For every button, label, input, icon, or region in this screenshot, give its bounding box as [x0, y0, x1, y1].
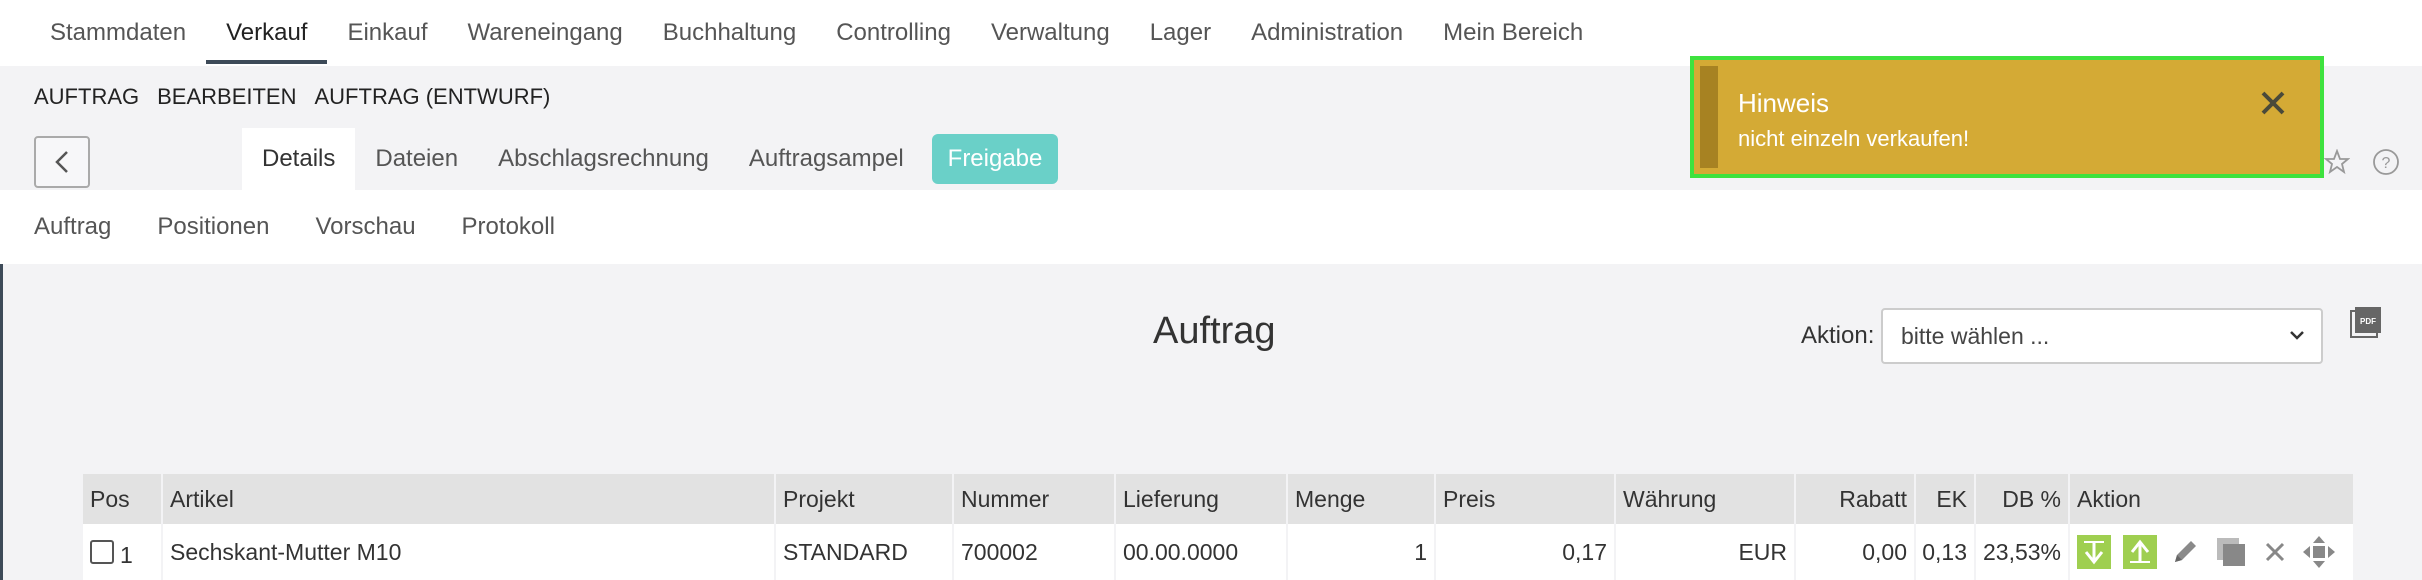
svg-text:?: ? — [2382, 155, 2391, 172]
tab-abschlagsrechnung[interactable]: Abschlagsrechnung — [478, 128, 729, 190]
pdf-icon[interactable]: PDF — [2348, 304, 2384, 345]
col-nummer[interactable]: Nummer — [954, 474, 1116, 524]
breadcrumb-action: BEARBEITEN — [157, 84, 297, 109]
menu-mein-bereich[interactable]: Mein Bereich — [1423, 0, 1603, 66]
menu-lager[interactable]: Lager — [1130, 0, 1231, 66]
aktion-select-value: bitte wählen ... — [1901, 323, 2050, 349]
menu-buchhaltung[interactable]: Buchhaltung — [643, 0, 816, 66]
delete-icon[interactable] — [2261, 538, 2289, 566]
table-header-row: Pos Artikel Projekt Nummer Lieferung Men… — [83, 474, 2353, 524]
cell-aktion — [2070, 524, 2353, 580]
breadcrumb-module: AUFTRAG — [34, 84, 140, 109]
cell-nummer: 700002 — [954, 524, 1116, 580]
help-icon[interactable]: ? — [2372, 148, 2400, 176]
tab-details[interactable]: Details — [242, 128, 356, 190]
move-up-icon[interactable] — [2123, 535, 2157, 569]
cell-preis: 0,17 — [1436, 524, 1616, 580]
menu-stammdaten[interactable]: Stammdaten — [30, 0, 206, 66]
menu-wareneingang[interactable]: Wareneingang — [448, 0, 643, 66]
col-rabatt[interactable]: Rabatt — [1796, 474, 1916, 524]
cell-lieferung: 00.00.0000 — [1116, 524, 1288, 580]
star-icon[interactable] — [2324, 149, 2350, 175]
col-aktion: Aktion — [2077, 485, 2141, 512]
menu-administration[interactable]: Administration — [1231, 0, 1423, 66]
col-pos[interactable]: Pos — [83, 474, 163, 524]
subnav-vorschau[interactable]: Vorschau — [315, 190, 421, 264]
cell-pos: 1 — [83, 524, 163, 580]
positions-table: Pos Artikel Projekt Nummer Lieferung Men… — [83, 474, 2353, 580]
chevron-down-icon — [2287, 310, 2307, 380]
col-lieferung[interactable]: Lieferung — [1116, 474, 1288, 524]
menu-verkauf[interactable]: Verkauf — [206, 0, 328, 66]
col-ek[interactable]: EK — [1916, 474, 1976, 524]
toast-title: Hinweis — [1738, 88, 1830, 118]
cell-waehrung: EUR — [1616, 524, 1796, 580]
edit-icon[interactable] — [2169, 536, 2201, 568]
col-projekt[interactable]: Projekt — [776, 474, 954, 524]
subnav-positionen[interactable]: Positionen — [157, 190, 275, 264]
move-down-icon[interactable] — [2077, 535, 2111, 569]
sub-navigation: Auftrag Positionen Vorschau Protokoll — [0, 190, 2422, 264]
cell-pos-value: 1 — [120, 541, 133, 568]
toast-message: nicht einzeln verkaufen! — [1738, 126, 1970, 151]
cell-db: 23,53% — [1976, 524, 2070, 580]
breadcrumb: AUFTRAG BEARBEITEN AUFTRAG (ENTWURF) — [34, 84, 550, 110]
row-actions — [2077, 534, 2337, 570]
col-artikel[interactable]: Artikel — [163, 474, 776, 524]
close-icon[interactable] — [2256, 86, 2290, 120]
svg-text:PDF: PDF — [2360, 317, 2376, 326]
aktion-select[interactable]: bitte wählen ... — [1881, 308, 2323, 364]
drag-move-icon[interactable] — [2301, 534, 2337, 570]
notification-toast: Hinweis nicht einzeln verkaufen! — [1690, 56, 2324, 178]
toast-accent-bar — [1700, 66, 1718, 168]
subnav-protokoll[interactable]: Protokoll — [462, 190, 561, 264]
content-area: Auftrag Aktion: bitte wählen ... PDF Pos… — [0, 264, 2422, 580]
breadcrumb-document: AUFTRAG (ENTWURF) — [314, 84, 551, 109]
chevron-left-icon — [55, 151, 68, 173]
cell-ek: 0,13 — [1916, 524, 1976, 580]
table-row: 1 Sechskant-Mutter M10 STANDARD 700002 0… — [83, 524, 2353, 580]
cell-rabatt: 0,00 — [1796, 524, 1916, 580]
row-checkbox[interactable] — [90, 540, 114, 564]
col-preis[interactable]: Preis — [1436, 474, 1616, 524]
header-icons: ? — [2324, 148, 2400, 176]
document-tabs: Details Dateien Abschlagsrechnung Auftra… — [242, 128, 1059, 190]
cell-projekt: STANDARD — [776, 524, 954, 580]
page-title: Auftrag — [1153, 310, 1276, 352]
tab-auftragsampel[interactable]: Auftragsampel — [729, 128, 924, 190]
cell-menge: 1 — [1288, 524, 1436, 580]
back-button[interactable] — [34, 136, 90, 188]
aktion-label: Aktion: — [1801, 322, 1875, 349]
subnav-auftrag[interactable]: Auftrag — [34, 190, 117, 264]
col-db[interactable]: DB % — [1976, 474, 2070, 524]
menu-verwaltung[interactable]: Verwaltung — [971, 0, 1130, 66]
menu-einkauf[interactable]: Einkauf — [327, 0, 447, 66]
col-menge[interactable]: Menge — [1288, 474, 1436, 524]
tab-dateien[interactable]: Dateien — [355, 128, 478, 190]
freigabe-button[interactable]: Freigabe — [931, 134, 1059, 184]
menu-controlling[interactable]: Controlling — [816, 0, 971, 66]
copy-icon[interactable] — [2213, 534, 2249, 570]
cell-artikel: Sechskant-Mutter M10 — [163, 524, 776, 580]
col-waehrung[interactable]: Währung — [1616, 474, 1796, 524]
